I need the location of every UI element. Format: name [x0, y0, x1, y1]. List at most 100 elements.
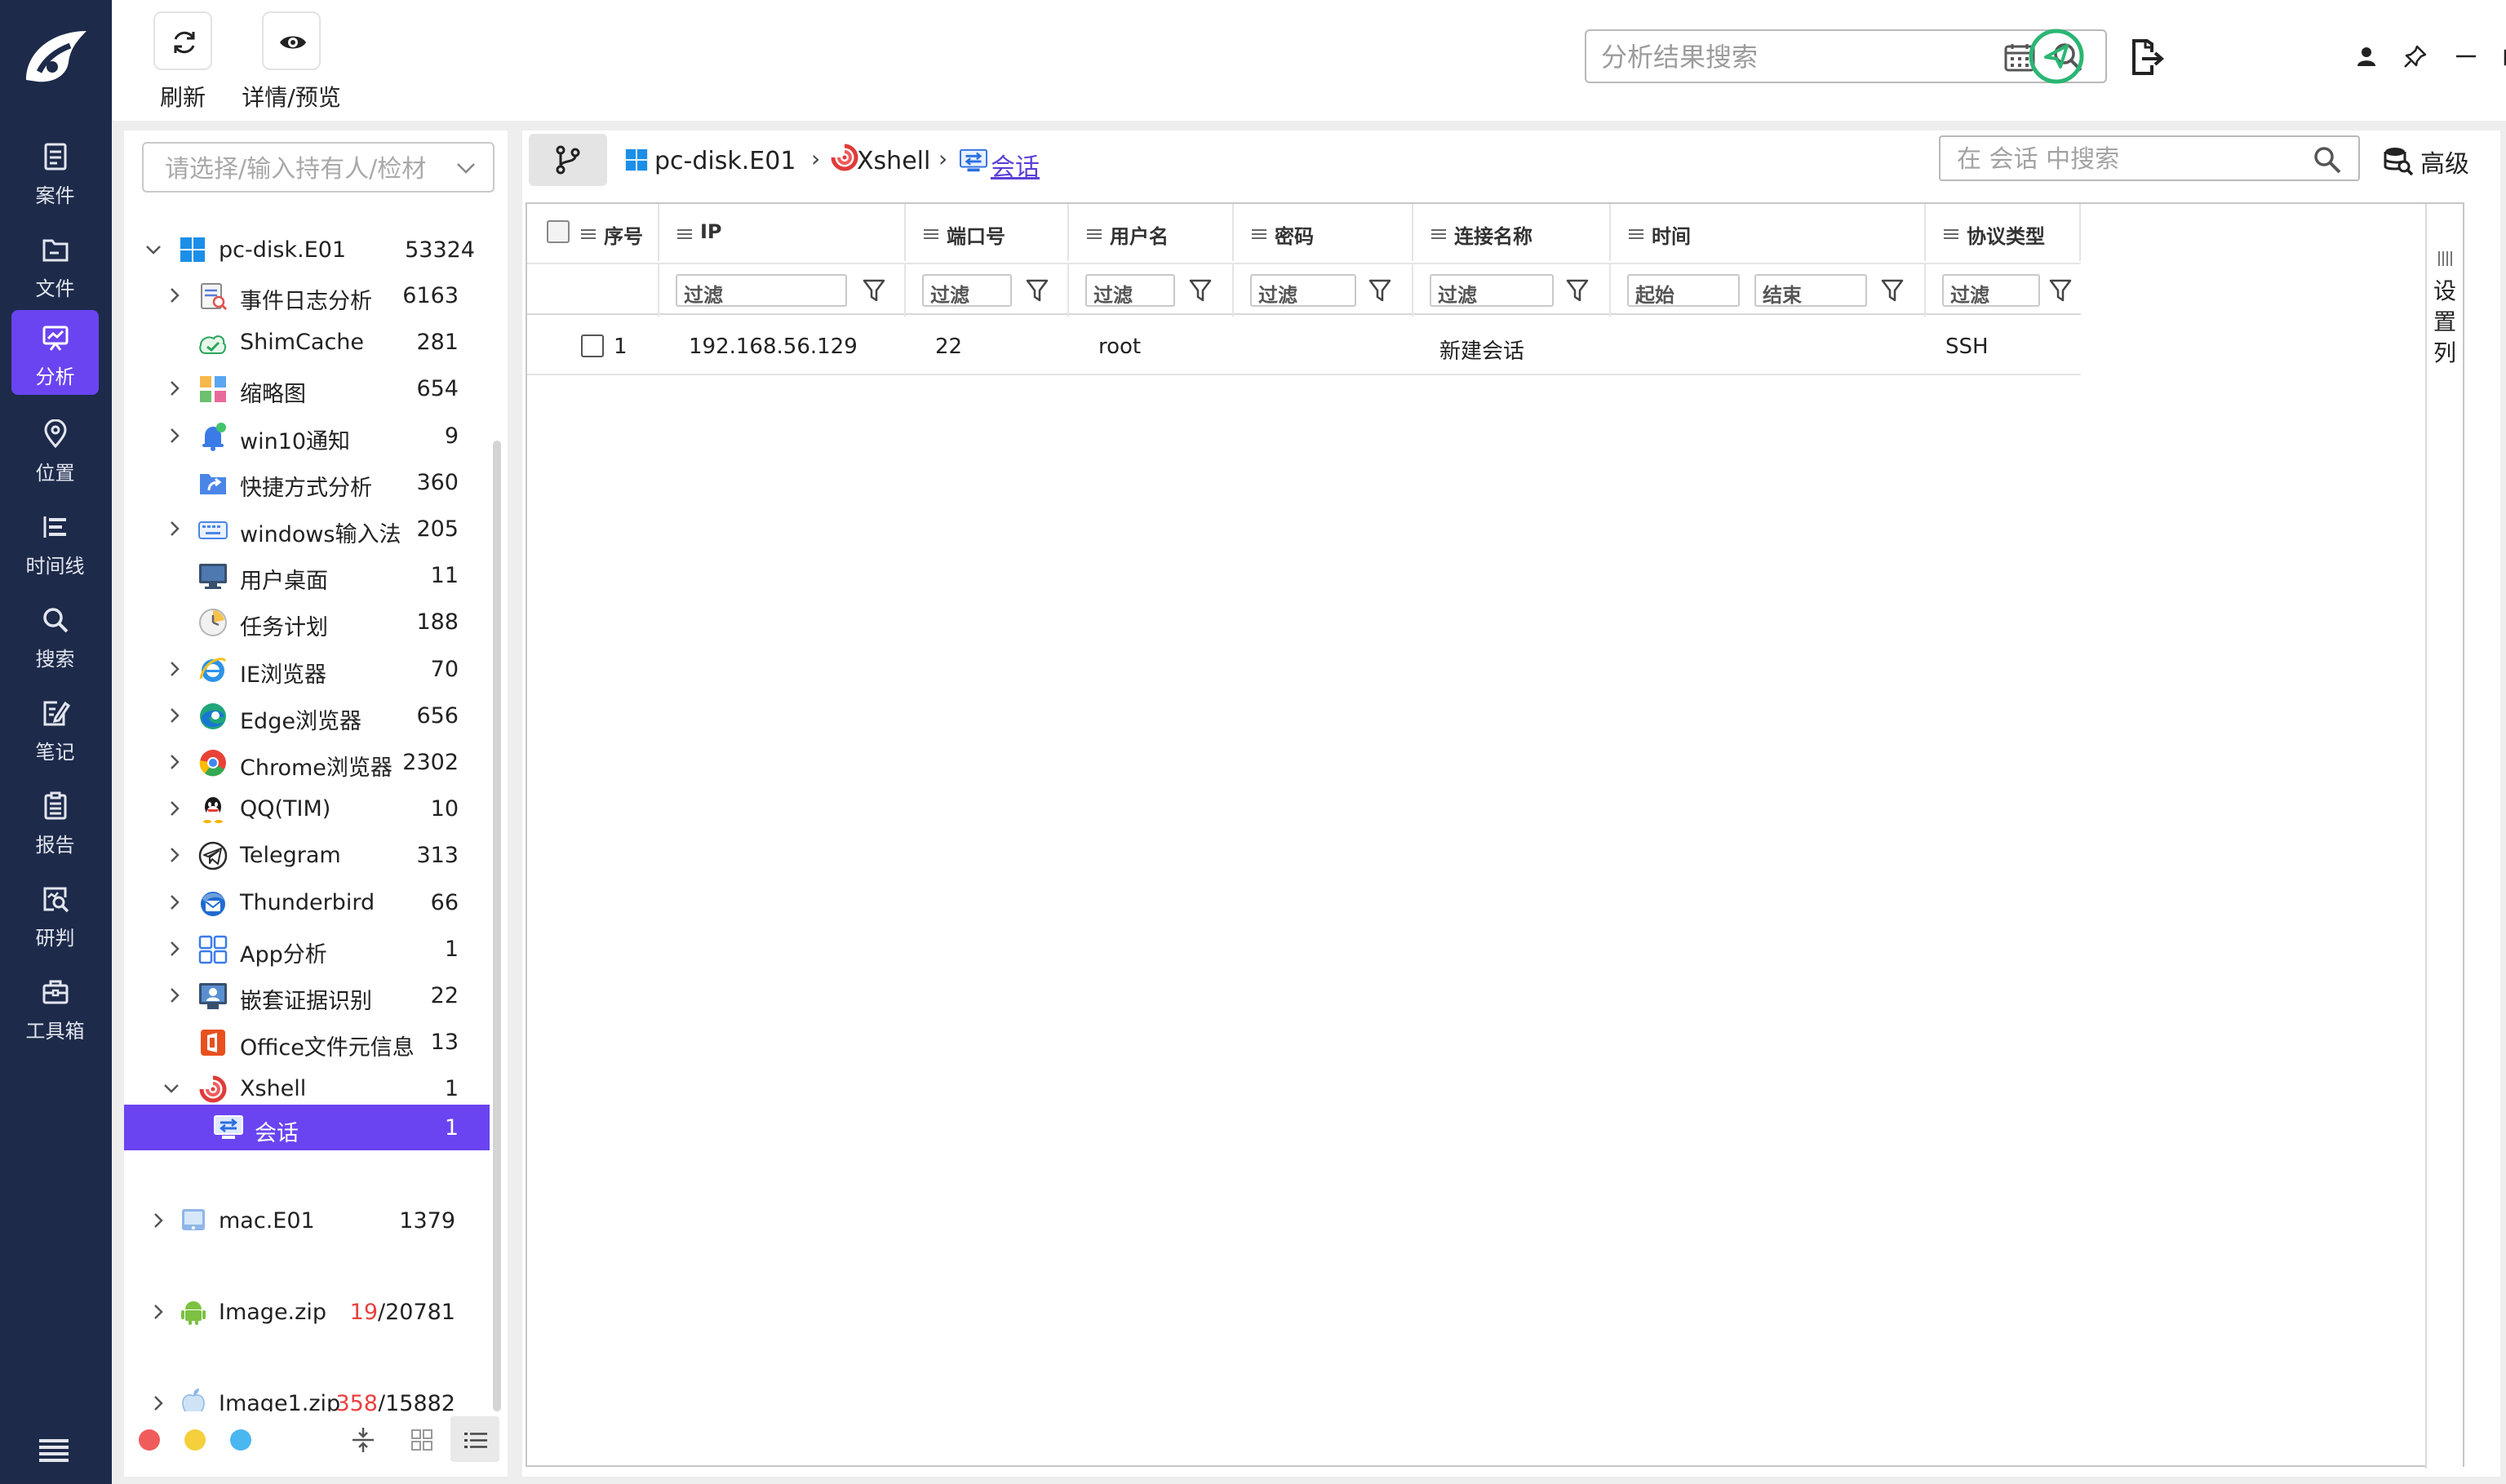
filter-funnel-icon[interactable]: [1880, 277, 1905, 303]
column-settings-button[interactable]: 设置列: [2425, 204, 2463, 1468]
column-menu-icon[interactable]: [581, 228, 596, 240]
filter-funnel-icon[interactable]: [862, 277, 886, 303]
tree-item[interactable]: Edge浏览器 656: [124, 693, 490, 738]
chevron-right-icon[interactable]: [150, 1395, 166, 1411]
chevron-right-icon[interactable]: [166, 521, 183, 537]
tree-item[interactable]: 任务计划 188: [124, 599, 490, 645]
chevron-right-icon[interactable]: [166, 287, 183, 303]
branch-view-button[interactable]: [529, 134, 607, 186]
tree-source-mac[interactable]: mac.E01 1379: [124, 1198, 490, 1243]
column-menu-icon[interactable]: [1629, 228, 1643, 240]
nav-search[interactable]: 搜索: [11, 592, 99, 677]
chevron-down-icon[interactable]: [455, 160, 477, 176]
nav-case[interactable]: 案件: [11, 129, 99, 214]
chevron-right-icon[interactable]: [150, 1304, 166, 1320]
tree-item[interactable]: Chrome浏览器 2302: [124, 739, 490, 785]
column-menu-icon[interactable]: [677, 228, 692, 240]
holder-select-input[interactable]: [165, 152, 450, 186]
table-row[interactable]: 1 192.168.56.129 22 root 新建会话 SSH: [527, 315, 2081, 375]
select-all-checkbox[interactable]: [547, 220, 570, 243]
filter-time-end[interactable]: 结束: [1754, 274, 1867, 307]
chevron-right-icon[interactable]: [166, 987, 183, 1003]
column-header-password[interactable]: 密码: [1234, 204, 1413, 261]
chevron-right-icon[interactable]: [166, 894, 183, 910]
detail-preview-button[interactable]: 详情/预览: [226, 11, 357, 113]
tree-item-session[interactable]: 会话 1: [124, 1105, 490, 1150]
chevron-right-icon[interactable]: [166, 847, 183, 863]
nav-judgment[interactable]: 研判: [11, 871, 99, 956]
column-menu-icon[interactable]: [924, 228, 938, 240]
chevron-right-icon[interactable]: [166, 661, 183, 677]
column-header-time[interactable]: 时间: [1611, 204, 1926, 261]
tree-item[interactable]: 用户桌面 11: [124, 552, 490, 598]
chevron-down-icon[interactable]: [145, 241, 162, 258]
chevron-right-icon[interactable]: [166, 800, 183, 817]
tree-item[interactable]: 缩略图 654: [124, 365, 490, 411]
column-menu-icon[interactable]: [1087, 228, 1102, 240]
chevron-right-icon[interactable]: [166, 380, 183, 396]
column-header-port[interactable]: 端口号: [906, 204, 1069, 261]
sync-status-icon[interactable]: [2028, 28, 2085, 85]
column-header-connection-name[interactable]: 连接名称: [1413, 204, 1611, 261]
collapse-all-icon[interactable]: [349, 1428, 377, 1452]
breadcrumb-app[interactable]: Xshell: [857, 147, 930, 175]
column-header-username[interactable]: 用户名: [1069, 204, 1234, 261]
tree-item[interactable]: win10通知 9: [124, 413, 490, 458]
pin-icon[interactable]: [2403, 44, 2428, 69]
tree-item[interactable]: 快捷方式分析 360: [124, 459, 490, 505]
column-menu-icon[interactable]: [1431, 228, 1446, 240]
filter-funnel-icon[interactable]: [1025, 277, 1049, 303]
tree-item[interactable]: Office文件元信息 13: [124, 1019, 490, 1065]
filter-input-port[interactable]: 过滤: [922, 274, 1012, 307]
nav-toolbox[interactable]: 工具箱: [11, 964, 99, 1049]
tree-scrollbar[interactable]: [493, 441, 501, 1411]
filter-input-connection-name[interactable]: 过滤: [1430, 274, 1554, 307]
filter-funnel-icon[interactable]: [1188, 277, 1213, 303]
yellow-tag-filter[interactable]: [184, 1429, 206, 1451]
chevron-right-icon[interactable]: [166, 941, 183, 957]
tree-item[interactable]: Telegram 313: [124, 832, 490, 878]
nav-analysis[interactable]: 分析: [11, 310, 99, 395]
chevron-down-icon[interactable]: [163, 1080, 180, 1096]
filter-time-start[interactable]: 起始: [1627, 274, 1740, 307]
restore-window-icon[interactable]: [2503, 44, 2506, 67]
filter-funnel-icon[interactable]: [1565, 277, 1590, 303]
nav-notes[interactable]: 笔记: [11, 685, 99, 770]
list-view-icon[interactable]: [462, 1428, 490, 1452]
filter-input-username[interactable]: 过滤: [1085, 274, 1175, 307]
minimize-icon[interactable]: [2454, 46, 2478, 67]
analysis-search-input[interactable]: [1601, 39, 1985, 75]
export-icon[interactable]: [2131, 39, 2165, 77]
filter-funnel-icon[interactable]: [1368, 277, 1392, 303]
nav-timeline[interactable]: 时间线: [11, 499, 99, 584]
hamburger-menu-icon[interactable]: [38, 1437, 70, 1462]
tree-source-image-zip[interactable]: Image.zip 19/20781: [124, 1289, 490, 1335]
user-icon[interactable]: [2356, 46, 2377, 67]
chevron-right-icon[interactable]: [166, 427, 183, 444]
chevron-right-icon[interactable]: [166, 707, 183, 724]
chevron-right-icon[interactable]: [150, 1212, 166, 1229]
breadcrumb-disk[interactable]: pc-disk.E01: [654, 147, 796, 175]
tree-item[interactable]: App分析 1: [124, 926, 490, 972]
column-header-protocol[interactable]: 协议类型: [1926, 204, 2081, 261]
tree-item[interactable]: 嵌套证据识别 22: [124, 972, 490, 1018]
nav-files[interactable]: 文件: [11, 222, 99, 307]
column-header-index[interactable]: 序号: [527, 204, 659, 261]
filter-input-password[interactable]: 过滤: [1250, 274, 1356, 307]
chevron-right-icon[interactable]: [166, 754, 183, 770]
tree-item[interactable]: 事件日志分析 6163: [124, 272, 490, 318]
table-search-input[interactable]: [1957, 144, 2300, 175]
row-checkbox[interactable]: [581, 334, 604, 357]
filter-input-protocol[interactable]: 过滤: [1942, 274, 2040, 307]
breadcrumb-current[interactable]: 会话: [991, 147, 1040, 183]
column-menu-icon[interactable]: [1944, 228, 1958, 240]
column-header-ip[interactable]: IP: [659, 204, 906, 261]
blue-tag-filter[interactable]: [230, 1429, 251, 1451]
search-icon[interactable]: [2313, 145, 2342, 175]
red-tag-filter[interactable]: [139, 1429, 160, 1451]
tree-item[interactable]: Thunderbird 66: [124, 879, 490, 925]
nav-location[interactable]: 位置: [11, 406, 99, 491]
column-menu-icon[interactable]: [1252, 228, 1266, 240]
filter-funnel-icon[interactable]: [2048, 277, 2073, 303]
grid-view-icon[interactable]: [408, 1428, 436, 1452]
